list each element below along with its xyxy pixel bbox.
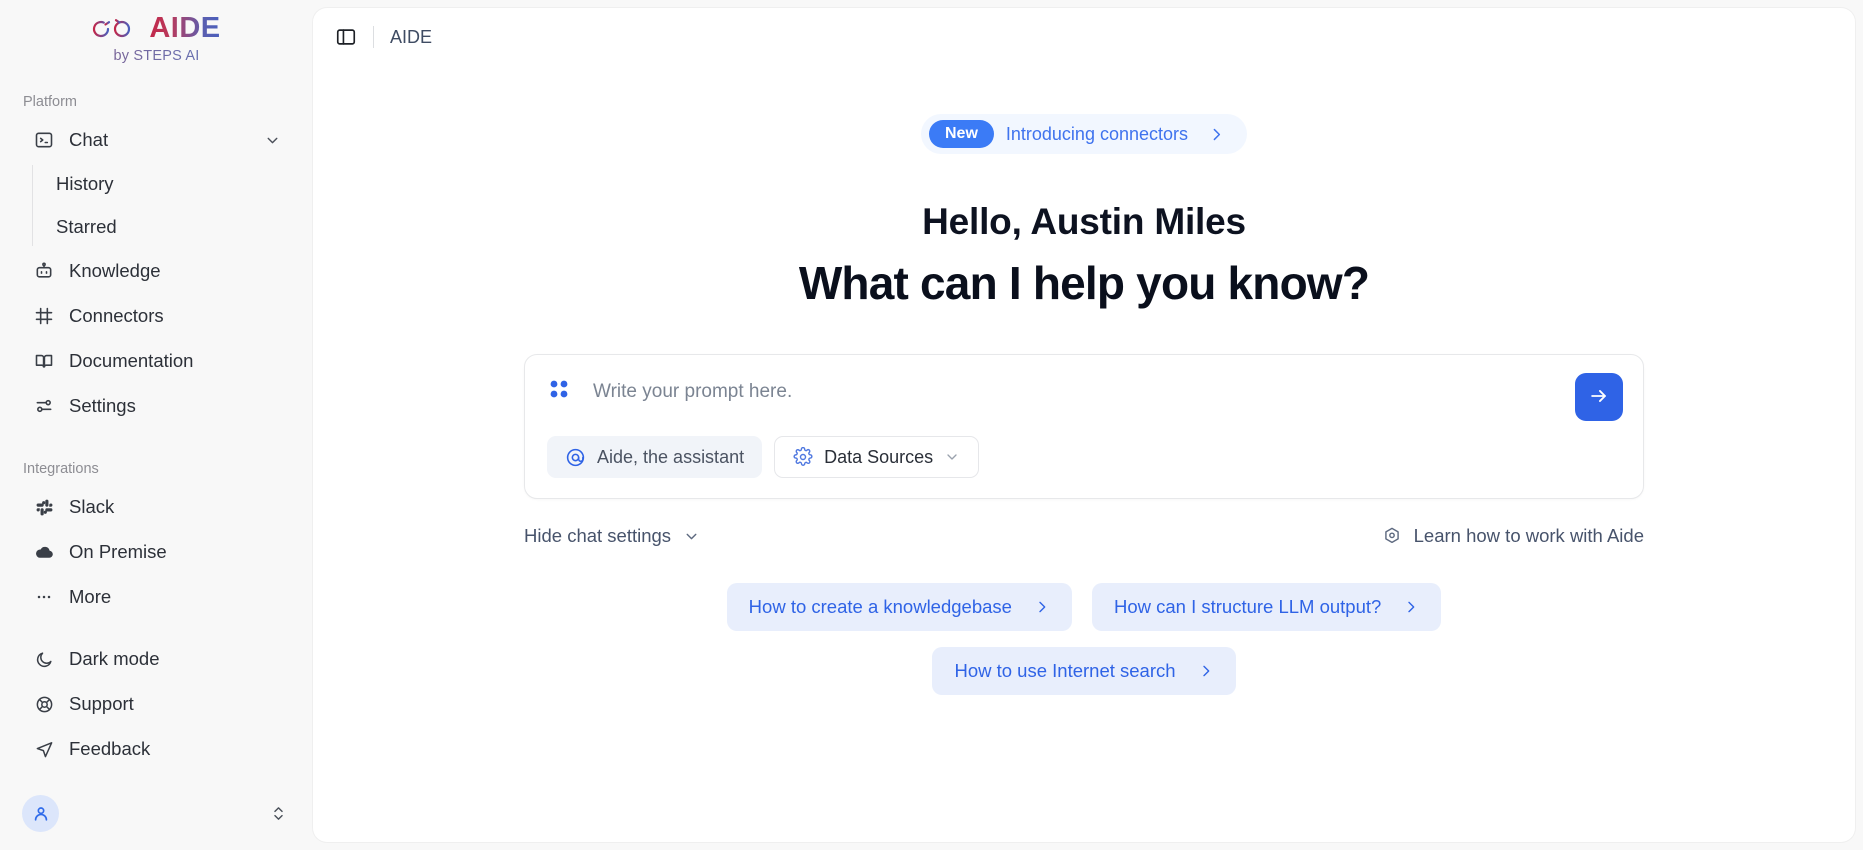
moon-icon: [33, 648, 55, 670]
sidebar-item-knowledge-label: Knowledge: [69, 260, 161, 281]
sidebar-item-knowledge[interactable]: Knowledge: [10, 251, 303, 291]
at-sign-icon: [565, 447, 586, 468]
chevron-right-icon: [1208, 126, 1225, 143]
chevron-up-down-icon[interactable]: [270, 805, 287, 822]
chevron-down-icon[interactable]: [263, 131, 281, 149]
page-title: What can I help you know?: [798, 257, 1370, 310]
prompt-input[interactable]: [593, 380, 1493, 403]
assistant-chip[interactable]: Aide, the assistant: [547, 436, 763, 479]
sidebar-item-settings[interactable]: Settings: [10, 386, 303, 426]
learn-link[interactable]: Learn how to work with Aide: [1382, 525, 1644, 547]
cloud-icon: [33, 541, 55, 563]
composer-input-row: [547, 377, 1623, 406]
composer-chips: Aide, the assistant Data Sources: [547, 436, 1623, 479]
sidebar-item-dark-mode[interactable]: Dark mode: [10, 639, 303, 679]
suggestion-chip-internet-search[interactable]: How to use Internet search: [932, 647, 1236, 696]
status-badge: New: [928, 120, 994, 149]
ellipsis-icon: [33, 586, 55, 608]
gear-icon: [793, 447, 813, 467]
sidebar-item-chat[interactable]: Chat: [10, 120, 303, 160]
app-root: AIDE by STEPS AI Platform Chat History S…: [0, 0, 1863, 850]
four-dots-icon: [547, 377, 571, 406]
chevron-down-icon: [944, 449, 960, 465]
hide-chat-settings-label: Hide chat settings: [524, 525, 672, 547]
suggestion-row-2: How to use Internet search: [524, 647, 1644, 696]
topbar: AIDE: [313, 8, 1855, 66]
terminal-icon: [33, 129, 55, 151]
sidebar-item-feedback[interactable]: Feedback: [10, 729, 303, 769]
announcement-banner-label: Introducing connectors: [1005, 123, 1188, 144]
suggestion-chip-label: How can I structure LLM output?: [1113, 596, 1382, 618]
topbar-divider: [373, 26, 374, 48]
sidebar-section-integrations-label: Integrations: [23, 461, 99, 477]
sidebar-item-more[interactable]: More: [10, 577, 303, 617]
slack-icon: [33, 496, 55, 518]
sidebar-item-on-premise[interactable]: On Premise: [10, 532, 303, 572]
infinity-rings-icon: [92, 15, 138, 43]
chat-settings-row: Hide chat settings Learn how to work wit…: [524, 525, 1644, 547]
sidebar-item-on-premise-label: On Premise: [69, 541, 167, 562]
brand-name: AIDE: [149, 12, 221, 44]
send-plane-icon: [33, 738, 55, 760]
assistant-chip-label: Aide, the assistant: [597, 446, 745, 467]
chevron-right-icon: [1198, 663, 1214, 679]
send-button[interactable]: [1575, 373, 1623, 422]
sidebar-item-support[interactable]: Support: [10, 684, 303, 724]
bot-icon: [33, 260, 55, 282]
sidebar-item-starred-label: Starred: [56, 216, 117, 237]
chevron-down-icon: [683, 528, 700, 545]
main-panel: AIDE New Introducing connectors Hello, A…: [313, 8, 1855, 842]
sidebar-item-starred[interactable]: Starred: [33, 208, 303, 246]
sidebar-item-history-label: History: [56, 173, 114, 194]
avatar[interactable]: [22, 795, 59, 832]
sidebar-item-connectors[interactable]: Connectors: [10, 296, 303, 336]
brand-tagline: by STEPS AI: [0, 48, 313, 64]
breadcrumb[interactable]: AIDE: [390, 27, 432, 48]
brand-logo[interactable]: AIDE by STEPS AI: [0, 0, 313, 68]
sidebar-item-support-label: Support: [69, 693, 134, 714]
sidebar-utility-group: Dark mode Support Feedback: [0, 639, 313, 850]
arrow-right-icon: [1588, 385, 1610, 410]
learn-link-label: Learn how to work with Aide: [1413, 525, 1644, 547]
sidebar-item-dark-mode-label: Dark mode: [69, 648, 160, 669]
profile-switcher[interactable]: [0, 785, 313, 832]
suggestion-chip-label: How to use Internet search: [954, 660, 1176, 682]
prompt-composer: Aide, the assistant Data Sources: [524, 354, 1644, 500]
suggestion-chip-knowledgebase[interactable]: How to create a knowledgebase: [726, 583, 1072, 632]
sidebar-item-documentation[interactable]: Documentation: [10, 341, 303, 381]
sidebar-nav: Platform Chat History Starred Knowledge …: [0, 94, 313, 622]
sidebar-section-platform-label: Platform: [23, 94, 77, 110]
data-sources-chip[interactable]: Data Sources: [774, 436, 980, 479]
lifebuoy-icon: [33, 693, 55, 715]
chevron-right-icon: [1034, 599, 1050, 615]
sidebar: AIDE by STEPS AI Platform Chat History S…: [0, 0, 313, 850]
sidebar-item-feedback-label: Feedback: [69, 738, 151, 759]
sidebar-item-connectors-label: Connectors: [69, 305, 164, 326]
sliders-icon: [33, 395, 55, 417]
data-sources-chip-label: Data Sources: [824, 446, 934, 467]
sidebar-item-slack[interactable]: Slack: [10, 487, 303, 527]
announcement-banner[interactable]: New Introducing connectors: [920, 114, 1247, 155]
suggestion-row-1: How to create a knowledgebase How can I …: [524, 583, 1644, 632]
hide-chat-settings-toggle[interactable]: Hide chat settings: [524, 525, 700, 547]
main-content: New Introducing connectors Hello, Austin…: [313, 66, 1855, 842]
sidebar-item-history[interactable]: History: [33, 165, 303, 203]
hexagon-target-icon: [1382, 526, 1402, 546]
sidebar-item-chat-label: Chat: [69, 129, 109, 150]
grid-hash-icon: [33, 305, 55, 327]
sidebar-item-slack-label: Slack: [69, 496, 115, 517]
sidebar-item-settings-label: Settings: [69, 395, 136, 416]
chevron-right-icon: [1403, 599, 1419, 615]
panel-left-icon[interactable]: [335, 26, 357, 48]
sidebar-subnav-chat: History Starred: [32, 165, 313, 246]
book-open-icon: [33, 350, 55, 372]
suggestion-chip-label: How to create a knowledgebase: [748, 596, 1012, 618]
suggestion-chip-llm-output[interactable]: How can I structure LLM output?: [1091, 583, 1442, 632]
suggestion-list: How to create a knowledgebase How can I …: [524, 583, 1644, 711]
sidebar-item-more-label: More: [69, 586, 112, 607]
greeting-heading: Hello, Austin Miles: [922, 201, 1246, 243]
sidebar-item-documentation-label: Documentation: [69, 350, 194, 371]
